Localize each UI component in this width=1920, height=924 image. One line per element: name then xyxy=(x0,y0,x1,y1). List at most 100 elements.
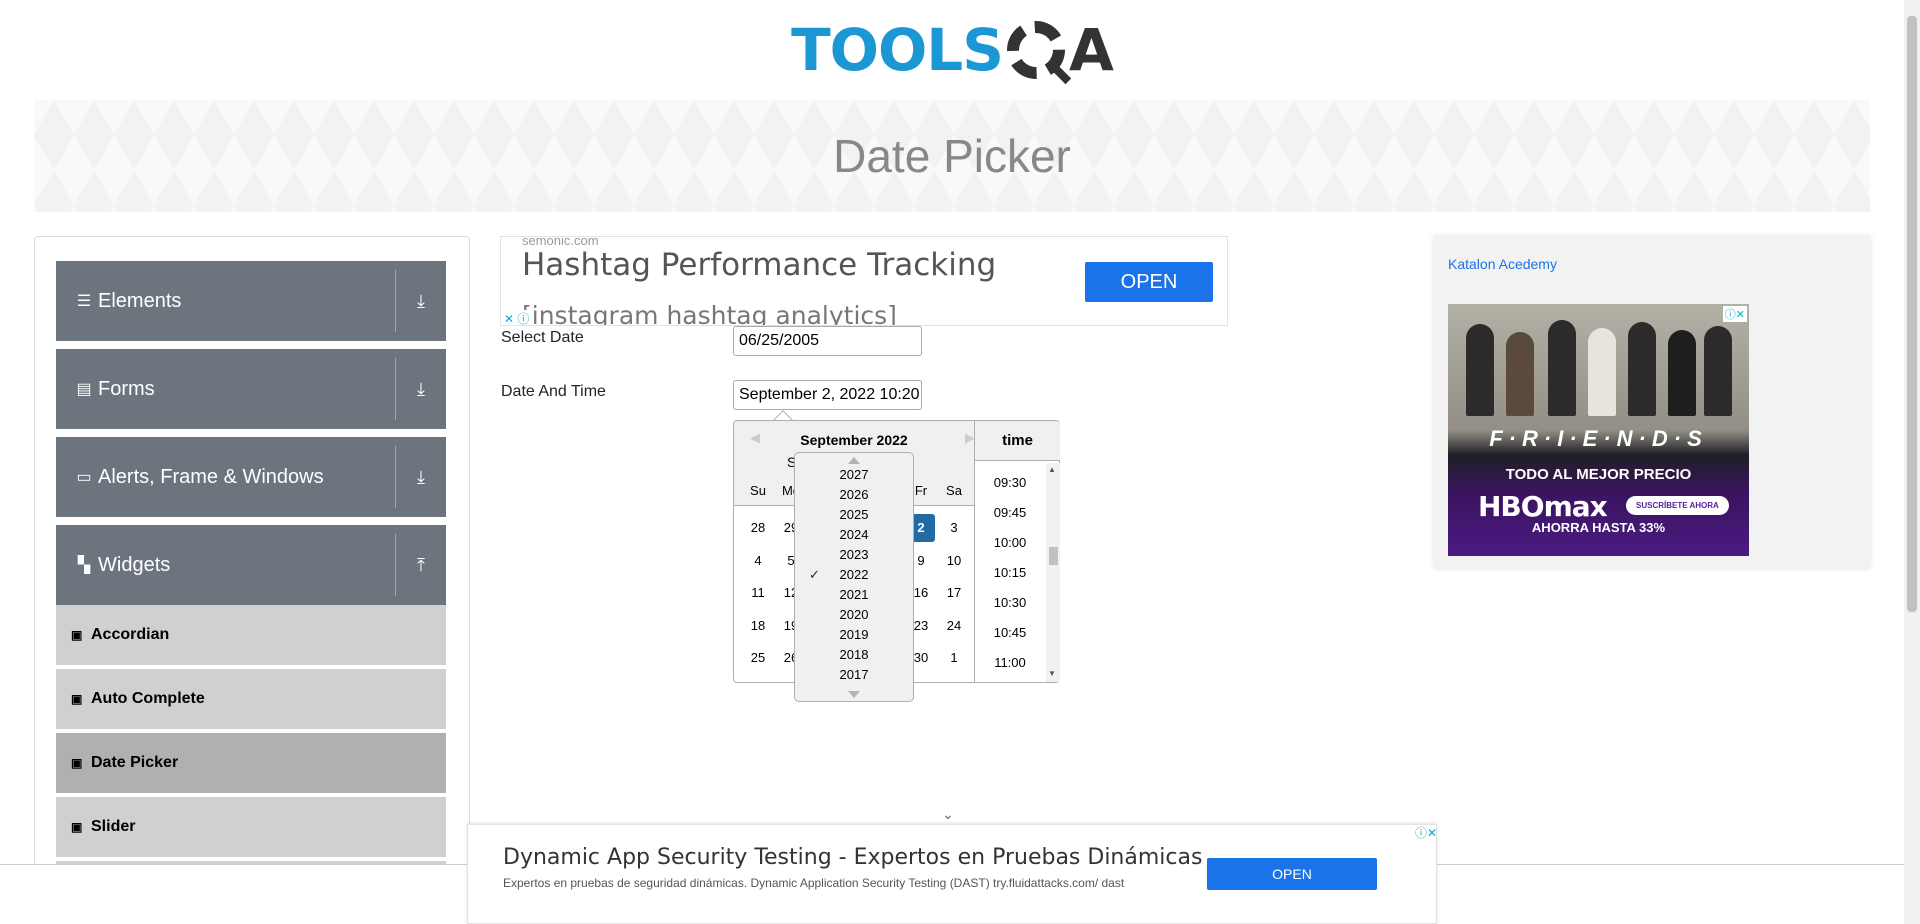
widgets-icon: ▚ xyxy=(77,557,91,574)
calendar-day[interactable]: 24 xyxy=(940,612,968,640)
year-option[interactable]: 2019 xyxy=(795,627,913,642)
window-icon: ▭ xyxy=(76,469,92,486)
sidebar-group-elements[interactable]: ☰ Elements ⤓ xyxy=(56,261,446,341)
gear-icon xyxy=(1007,21,1065,79)
sidebar-item-label: Accordian xyxy=(91,626,170,643)
bottom-ad-description: Expertos en pruebas de seguridad dinámic… xyxy=(503,876,1125,890)
time-column: time 09:30 09:45 10:00 10:15 10:30 10:45… xyxy=(974,421,1060,682)
year-down-icon[interactable] xyxy=(848,691,860,698)
upload-icon: ⤒ xyxy=(417,554,425,575)
ad-close-icon[interactable]: ✕ ⓘ xyxy=(502,310,532,325)
ad-line-1: TODO AL MEJOR PRECIO xyxy=(1505,466,1692,483)
calendar-day[interactable]: 18 xyxy=(744,612,772,640)
year-option[interactable]: 2018 xyxy=(795,647,913,662)
sidebar-item-auto-complete[interactable]: ▣ Auto Complete xyxy=(56,669,446,731)
year-option[interactable]: 2021 xyxy=(795,587,913,602)
menu-item-icon: ▣ xyxy=(71,692,83,706)
toolsqa-logo[interactable]: TOOLS A xyxy=(791,16,1114,84)
sidebar-group-alerts[interactable]: ▭ Alerts, Frame & Windows ⤓ xyxy=(56,437,446,517)
calendar-day[interactable]: 1 xyxy=(940,644,968,672)
calendar-day[interactable]: 11 xyxy=(744,579,772,607)
scroll-down-icon[interactable]: ▼ xyxy=(1048,669,1056,678)
year-up-icon[interactable] xyxy=(848,457,860,464)
ad-open-button[interactable]: OPEN xyxy=(1085,262,1213,302)
cast-photo xyxy=(1462,316,1734,416)
page-banner: Date Picker xyxy=(34,100,1870,212)
subscribe-button[interactable]: SUSCRÍBETE AHORA xyxy=(1626,496,1729,515)
friends-ad-image[interactable]: ⓘ✕ F·R·I·E·N·D·S TODO AL MEJOR PRECIO HB… xyxy=(1448,304,1749,556)
date-time-label: Date And Time xyxy=(501,383,606,400)
year-option-selected[interactable]: 2022 xyxy=(795,567,913,582)
sidebar-group-label: Alerts, Frame & Windows xyxy=(98,465,324,488)
year-option[interactable]: 2020 xyxy=(795,607,913,622)
chevron-down-icon[interactable]: ⌄ xyxy=(942,806,954,823)
calendar-day[interactable]: 28 xyxy=(744,514,772,542)
sidebar-item-label: Slider xyxy=(91,818,136,835)
year-option[interactable]: 2027 xyxy=(795,467,913,482)
time-option[interactable]: 11:00 xyxy=(975,655,1045,670)
time-option[interactable]: 10:45 xyxy=(975,625,1045,640)
menu-item-icon: ▣ xyxy=(71,820,83,834)
calendar-day[interactable]: 10 xyxy=(940,547,968,575)
time-option[interactable]: 10:15 xyxy=(975,565,1045,580)
scroll-thumb[interactable] xyxy=(1907,16,1917,612)
time-option[interactable]: 10:30 xyxy=(975,595,1045,610)
year-option[interactable]: 2023 xyxy=(795,547,913,562)
sidebar: ☰ Elements ⤓ ▤ Forms ⤓ ▭ Alerts, Frame &… xyxy=(34,236,470,924)
logo-qa: A xyxy=(1003,16,1114,84)
time-option[interactable]: 09:45 xyxy=(975,505,1045,520)
bottom-ad-open-button[interactable]: OPEN xyxy=(1207,858,1377,890)
sidebar-group-widgets[interactable]: ▚ Widgets ⤒ xyxy=(56,525,446,605)
sidebar-group-label: Widgets xyxy=(98,553,171,576)
sidebar-item-label: Auto Complete xyxy=(91,690,205,707)
day-name: Su xyxy=(750,483,766,498)
bottom-ad[interactable]: Dynamic App Security Testing - Expertos … xyxy=(467,824,1437,924)
scroll-up-icon[interactable]: ▲ xyxy=(1048,465,1056,474)
sidebar-item-accordian[interactable]: ▣ Accordian xyxy=(56,605,446,667)
right-ad: Katalon Acedemy ⓘ✕ F·R·I·E·N·D·S TODO AL… xyxy=(1434,236,1870,568)
top-ad[interactable]: semonic.com Hashtag Performance Tracking… xyxy=(500,236,1228,326)
calendar-day[interactable]: 4 xyxy=(744,547,772,575)
sidebar-group-label: Forms xyxy=(98,377,155,400)
year-option[interactable]: 2026 xyxy=(795,487,913,502)
sidebar-group-label: Elements xyxy=(98,289,182,312)
download-icon: ⤓ xyxy=(417,466,425,487)
bottom-ad-title[interactable]: Dynamic App Security Testing - Expertos … xyxy=(503,845,1202,870)
ad-line-3: AHORRA HASTA 33% xyxy=(1531,520,1666,535)
time-option[interactable]: 10:00 xyxy=(975,535,1045,550)
year-option[interactable]: 2017 xyxy=(795,667,913,682)
logo-text-tools: TOOLS xyxy=(791,16,1004,84)
ad-title[interactable]: Hashtag Performance Tracking xyxy=(522,247,996,283)
year-option[interactable]: 2024 xyxy=(795,527,913,542)
calendar-day[interactable]: 3 xyxy=(940,514,968,542)
time-header: time xyxy=(975,421,1060,461)
date-time-input[interactable] xyxy=(733,380,922,410)
time-option[interactable]: 09:30 xyxy=(975,475,1045,490)
time-scrollbar[interactable]: ▲ ▼ xyxy=(1046,463,1060,682)
page-title: Date Picker xyxy=(833,130,1071,182)
ad-close-icon[interactable]: ⓘ✕ xyxy=(1415,824,1437,841)
katalon-ad-link[interactable]: Katalon Acedemy xyxy=(1448,256,1557,272)
year-option[interactable]: 2025 xyxy=(795,507,913,522)
calendar-day[interactable]: 25 xyxy=(744,644,772,672)
scroll-thumb[interactable] xyxy=(1049,547,1058,565)
sidebar-group-forms[interactable]: ▤ Forms ⤓ xyxy=(56,349,446,429)
header: TOOLS A xyxy=(0,0,1904,100)
hbo-max-logo: HBOmax xyxy=(1478,490,1608,523)
sidebar-item-label: Date Picker xyxy=(91,754,179,771)
download-icon: ⤓ xyxy=(417,378,425,399)
select-date-input[interactable] xyxy=(733,326,922,356)
calendar-day[interactable]: 17 xyxy=(940,579,968,607)
menu-item-icon: ▣ xyxy=(71,756,83,770)
show-title: F·R·I·E·N·D·S xyxy=(1489,426,1708,451)
list-icon: ☰ xyxy=(76,293,92,310)
ad-subtitle: [instagram hashtag analytics] xyxy=(522,301,897,326)
year-dropdown: 2027 2026 2025 2024 2023 ✓ 2022 2021 202… xyxy=(794,452,914,702)
page-scrollbar[interactable] xyxy=(1904,0,1920,924)
select-date-label: Select Date xyxy=(501,329,584,346)
menu-item-icon: ▣ xyxy=(71,628,83,642)
current-month-label: September 2022 xyxy=(800,432,908,448)
form-icon: ▤ xyxy=(76,381,92,398)
sidebar-item-slider[interactable]: ▣ Slider xyxy=(56,797,446,859)
sidebar-item-date-picker[interactable]: ▣ Date Picker xyxy=(56,733,446,795)
